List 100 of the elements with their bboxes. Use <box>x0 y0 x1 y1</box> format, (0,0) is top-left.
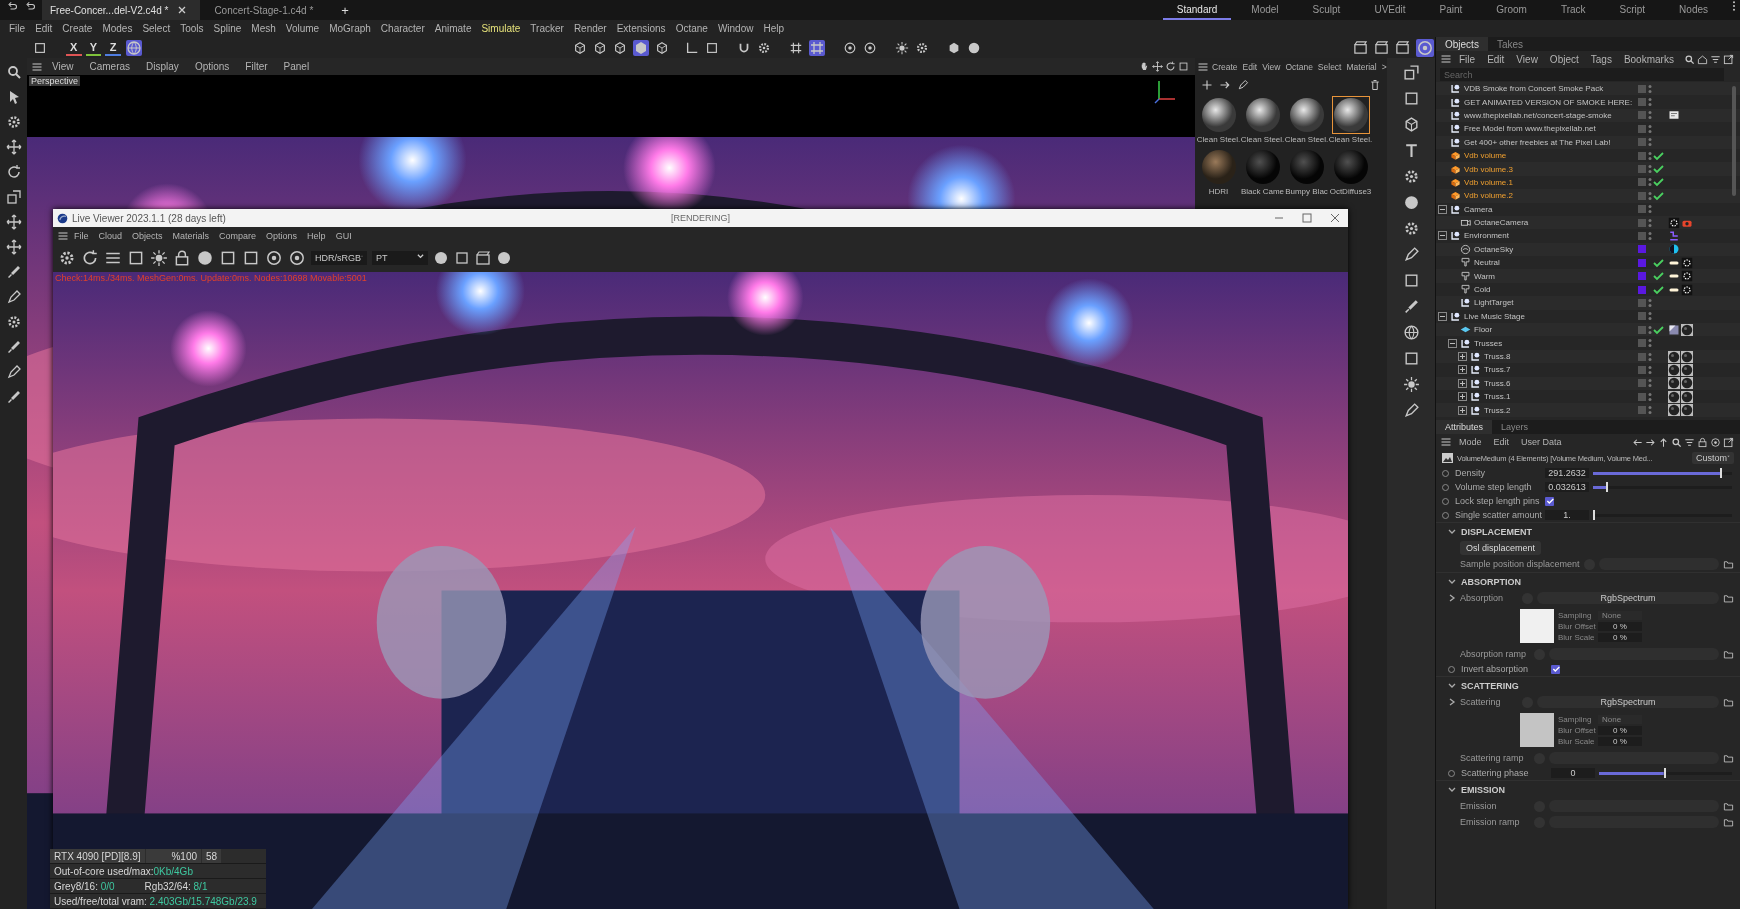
pen-icon[interactable] <box>5 364 22 380</box>
menu-item[interactable]: Character <box>375 23 430 34</box>
object-name[interactable]: Vdb volume.3 <box>1464 164 1513 174</box>
visibility-toggle[interactable] <box>1638 84 1646 93</box>
material-tag-icon[interactable] <box>1668 377 1680 390</box>
more-menu-button[interactable]: > <box>1379 61 1389 72</box>
undo-icon[interactable] <box>6 0 18 12</box>
shader-link-field[interactable]: RgbSpectrum <box>1537 592 1719 604</box>
visibility-dots[interactable] <box>1648 338 1652 349</box>
target-tag-icon[interactable] <box>1681 283 1693 296</box>
panel-tab[interactable]: Attributes <box>1436 420 1493 434</box>
axis-icon[interactable] <box>685 40 700 55</box>
collapse-toggle[interactable] <box>1438 204 1447 214</box>
pen-icon[interactable] <box>1402 402 1420 419</box>
layout-tab[interactable]: Track <box>1546 0 1600 20</box>
material-tag-icon[interactable] <box>1681 323 1693 336</box>
search-icon[interactable] <box>1671 436 1682 448</box>
osl-button[interactable]: Osl displacement <box>1460 541 1542 555</box>
menu-item[interactable]: Extensions <box>611 23 671 34</box>
collapse-toggle[interactable] <box>1438 311 1447 321</box>
layer-swatch[interactable] <box>1638 258 1646 267</box>
object-name[interactable]: Truss.2 <box>1484 405 1511 415</box>
layer-swatch[interactable] <box>1638 245 1646 254</box>
visibility-toggle[interactable] <box>1638 392 1646 401</box>
ring-icon[interactable] <box>842 40 857 55</box>
menu-item[interactable]: Mesh <box>246 23 281 34</box>
material-tag-icon[interactable] <box>1668 404 1680 417</box>
globe-icon[interactable] <box>1402 324 1420 341</box>
visibility-dots[interactable] <box>1648 405 1652 416</box>
section-title[interactable]: EMISSION <box>1461 784 1505 795</box>
menu-item[interactable]: Create <box>57 23 98 34</box>
layout-tab[interactable]: Sculpt <box>1298 0 1355 20</box>
object-name[interactable]: Truss.6 <box>1484 378 1511 388</box>
ring-icon[interactable] <box>265 249 283 267</box>
visibility-dots[interactable] <box>1648 150 1652 161</box>
expand-toggle[interactable] <box>1458 405 1467 415</box>
menu-item[interactable]: Object <box>1544 53 1584 65</box>
number-field[interactable]: 291.2632 <box>1545 468 1589 478</box>
maximize-icon[interactable] <box>1302 213 1312 223</box>
panel-tab[interactable]: Takes <box>1487 37 1533 51</box>
menu-item[interactable]: File <box>1454 53 1481 65</box>
number-field[interactable]: 0 % <box>1598 736 1642 746</box>
menu-item[interactable]: Window <box>712 23 759 34</box>
visibility-toggle[interactable] <box>1638 165 1646 174</box>
layout-tab[interactable]: UVEdit <box>1360 0 1420 20</box>
folder-icon[interactable] <box>1723 816 1734 828</box>
visibility-toggle[interactable] <box>1638 98 1646 107</box>
render-dropdown[interactable]: PT <box>372 251 428 265</box>
cube-icon[interactable] <box>1402 116 1420 133</box>
layout-tab[interactable]: Groom <box>1482 0 1541 20</box>
menu-item[interactable]: Cloud <box>93 230 128 241</box>
square-icon[interactable] <box>454 250 470 266</box>
grid-icon[interactable] <box>809 39 826 56</box>
material-tag-icon[interactable] <box>1681 363 1693 376</box>
menu-item[interactable]: Material <box>1344 61 1379 72</box>
menu-item[interactable]: Select <box>137 23 176 34</box>
visibility-toggle[interactable] <box>1638 298 1646 307</box>
material-preview[interactable] <box>1331 96 1370 134</box>
number-field[interactable]: 0.032613 <box>1545 482 1589 492</box>
visibility-toggle[interactable] <box>1638 365 1646 374</box>
visibility-toggle[interactable] <box>1638 191 1646 200</box>
axis-toggle[interactable]: X <box>65 39 82 56</box>
collapse-toggle[interactable] <box>1438 231 1447 241</box>
expand-toggle[interactable] <box>1458 392 1467 402</box>
collapse-toggle[interactable] <box>1448 338 1457 348</box>
pen-icon[interactable] <box>1237 79 1249 91</box>
checkbox[interactable] <box>1551 664 1560 674</box>
visibility-toggle[interactable] <box>1638 352 1646 361</box>
visibility-toggle[interactable] <box>1638 138 1646 147</box>
axis-toggle[interactable]: Z <box>105 39 122 56</box>
material-preview[interactable] <box>1287 96 1326 134</box>
redo-icon[interactable] <box>24 0 36 12</box>
check-icon[interactable] <box>1652 271 1664 282</box>
visibility-dots[interactable] <box>1648 123 1652 134</box>
lock-icon[interactable] <box>1697 436 1708 448</box>
menu-item[interactable]: View <box>1511 53 1543 65</box>
menu-item[interactable]: GUI <box>330 230 357 241</box>
visibility-dots[interactable] <box>1648 324 1652 335</box>
number-field[interactable]: 0 <box>1551 768 1595 778</box>
trash-icon[interactable] <box>1369 79 1381 91</box>
object-name[interactable]: Vdb volume.2 <box>1464 191 1513 201</box>
scale-icon[interactable] <box>5 189 22 205</box>
visibility-dots[interactable] <box>1648 391 1652 402</box>
layer-swatch[interactable] <box>1638 272 1646 281</box>
check-icon[interactable] <box>1652 190 1664 201</box>
number-field[interactable]: 0 % <box>1598 621 1642 631</box>
menu-item[interactable]: Edit <box>30 23 58 34</box>
square-icon[interactable] <box>1402 350 1420 367</box>
close-icon[interactable] <box>1330 213 1340 223</box>
pen-icon[interactable] <box>1402 246 1420 263</box>
object-name[interactable]: OctaneSky <box>1474 244 1514 254</box>
circle-icon[interactable] <box>1402 194 1420 211</box>
cube-icon[interactable] <box>655 40 670 55</box>
menu-item[interactable]: Options <box>187 61 237 72</box>
material-tag-icon[interactable] <box>1681 350 1693 363</box>
visibility-toggle[interactable] <box>1638 232 1646 240</box>
object-name[interactable]: Trusses <box>1474 338 1503 348</box>
visibility-toggle[interactable] <box>1638 325 1646 334</box>
folder-icon[interactable] <box>1723 800 1734 812</box>
lock-icon[interactable] <box>173 249 191 267</box>
